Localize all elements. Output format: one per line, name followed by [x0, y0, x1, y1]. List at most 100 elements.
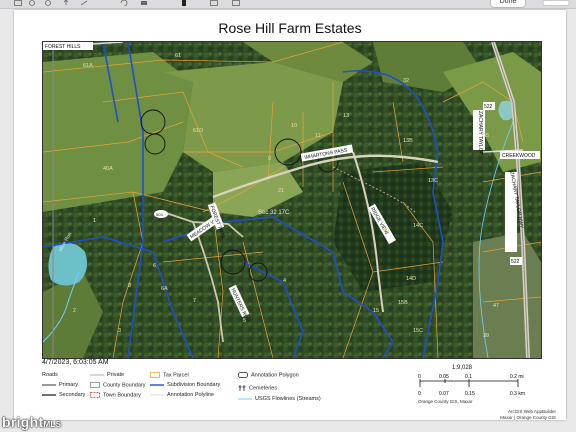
parcel-label: 1: [93, 218, 96, 224]
primary-road-swatch: [42, 383, 56, 386]
parcel-label: 61: [175, 53, 181, 59]
credits-line-2: Maxar | Orange County GIS: [500, 415, 556, 420]
parcel-label: 14C: [413, 223, 423, 229]
parcel-label: 11: [315, 133, 321, 139]
map-frame[interactable]: WHARTONS PASS CREEKWOOD 522 522 ZACHARY …: [42, 41, 542, 359]
legend-subdivision-label: Subdivision Boundary: [167, 382, 221, 388]
search-icon[interactable]: [542, 0, 570, 6]
legend-town-boundary: Town Boundary: [90, 392, 141, 398]
road-label-top-left: FOREST HILLS: [45, 44, 81, 50]
aerial-map[interactable]: WHARTONS PASS CREEKWOOD 522 522 ZACHARY …: [43, 42, 541, 358]
text-tool-icon[interactable]: [232, 0, 240, 6]
map-credits: ArcGIS Web AppBuilder Maxar | Orange Cou…: [500, 409, 556, 421]
parcel-label: 5: [243, 318, 246, 324]
parcel-label: 55: [483, 133, 489, 139]
parcel-label: 61D: [193, 128, 203, 134]
zoom-in-icon[interactable]: [44, 0, 52, 6]
parcel-label: 3: [118, 328, 121, 334]
parcel-label: 10: [291, 123, 297, 129]
legend-polyline-label: Annotation Polyline: [167, 392, 215, 398]
scale-bar-graphic: 0 0.05 0.1 0.2 mi 0 0.07 0.15 0.3 km Ora…: [418, 374, 525, 404]
tax-parcel-swatch: [150, 372, 160, 378]
zoom-out-icon[interactable]: [28, 0, 36, 6]
scale-mi-0: 0: [418, 374, 421, 380]
legend-primary-label: Primary: [59, 382, 78, 388]
legend-usgs: USGS Flowlines (Streams): [238, 396, 321, 402]
scale-km-0: 0: [418, 391, 421, 397]
legend-private-label: Private: [107, 372, 125, 378]
parcel-label: 7: [193, 298, 196, 304]
parcel-label: 13B: [403, 138, 413, 144]
watermark-suffix: MLS: [43, 420, 62, 429]
rotate-icon[interactable]: [120, 0, 128, 6]
annotation-polyline-swatch: [150, 394, 164, 395]
legend-tax-parcel-label: Tax Parcel: [163, 372, 189, 379]
parcel-label: 32: [403, 78, 409, 84]
parcel-label: 6A: [161, 286, 168, 292]
legend-cemeteries: Cemeteries: [238, 384, 277, 392]
town-boundary-swatch: [90, 392, 100, 398]
scale-km-2: 0.15: [465, 391, 475, 397]
legend-polygon-label: Annotation Polygon: [251, 372, 299, 379]
scale-mi-3: 0.2 mi: [510, 374, 524, 380]
map-print-sheet: Rose Hill Farm Estates WHARTONS PASS CRE…: [14, 10, 566, 420]
section-label: Sec 32 17C: [258, 210, 290, 216]
share-icon[interactable]: [62, 0, 70, 6]
road-label-creekwood: CREEKWOOD: [502, 153, 536, 159]
parcel-label: 4: [283, 278, 286, 284]
legend-usgs-label: USGS Flowlines (Streams): [255, 396, 321, 402]
parcel-label: 2: [73, 308, 76, 314]
legend-county-boundary: County Boundary: [90, 382, 146, 388]
legend-county-label: County Boundary: [103, 382, 146, 389]
parcel-label: 61A: [83, 63, 93, 69]
sidebar-icon[interactable]: [14, 0, 22, 6]
parcel-label: 47: [493, 303, 499, 309]
parcel-label: 15C: [413, 328, 423, 334]
parcel-label: 9: [268, 156, 271, 162]
legend-annotation-polygon: Annotation Polygon: [238, 372, 299, 378]
cemetery-icon: [238, 385, 246, 391]
scale-mi-1: 0.05: [439, 374, 449, 380]
map-legend: Roads Primary Secondary Private County B…: [42, 370, 362, 418]
subdivision-swatch: [150, 383, 164, 386]
legend-town-label: Town Boundary: [103, 392, 141, 399]
route-label-522-bottom: 522: [511, 259, 520, 265]
parcel-label: 15B: [398, 300, 408, 306]
secondary-road-swatch: [42, 393, 56, 396]
brightmls-watermark: brightMLS: [2, 414, 61, 430]
legend-annotation-polyline: Annotation Polyline: [150, 392, 214, 398]
legend-primary: Primary: [42, 382, 78, 388]
route-label-522-top: 522: [484, 104, 493, 110]
highlight-icon[interactable]: [140, 0, 148, 6]
watermark-brand: bright: [2, 414, 44, 430]
parcel-label: 8: [128, 283, 131, 289]
usgs-flowline-swatch: [238, 398, 252, 400]
pen-icon[interactable]: [180, 0, 188, 6]
parcel-label: 15: [373, 308, 379, 314]
scale-mi-2: 0.1: [465, 374, 472, 380]
annotation-polygon-swatch: [238, 372, 248, 378]
road-label-503: 503: [156, 212, 163, 217]
scale-source: Orange County GIS, Maxar: [418, 399, 473, 404]
parcel-label: 13: [343, 113, 349, 119]
legend-subdivision: Subdivision Boundary: [150, 382, 220, 388]
parcel-label: 39: [483, 333, 489, 339]
legend-private: Private: [90, 372, 124, 378]
print-timestamp: 4/7/2023, 6:03:05 AM: [42, 359, 109, 366]
parcel-label: 21: [278, 188, 284, 194]
legend-tax-parcel: Tax Parcel: [150, 372, 189, 378]
done-button[interactable]: Done: [490, 0, 526, 8]
parcel-label: 6: [153, 263, 156, 269]
viewer-toolbar: Done: [0, 0, 576, 9]
parcel-label: 40A: [103, 166, 113, 172]
markup-icon[interactable]: [80, 0, 88, 6]
scale-km-3: 0.3 km: [510, 391, 525, 397]
scale-bar: 1:9,028 0 0.05 0.1 0.2 mi 0 0.07 0.15 0.…: [414, 365, 544, 405]
shapes-icon[interactable]: [210, 0, 218, 6]
legend-secondary: Secondary: [42, 392, 85, 398]
parcel-label: 14D: [406, 276, 416, 282]
legend-roads-title: Roads: [42, 372, 58, 378]
parcel-label: 14: [383, 228, 389, 234]
map-title: Rose Hill Farm Estates: [218, 20, 362, 36]
private-road-swatch: [90, 374, 104, 375]
